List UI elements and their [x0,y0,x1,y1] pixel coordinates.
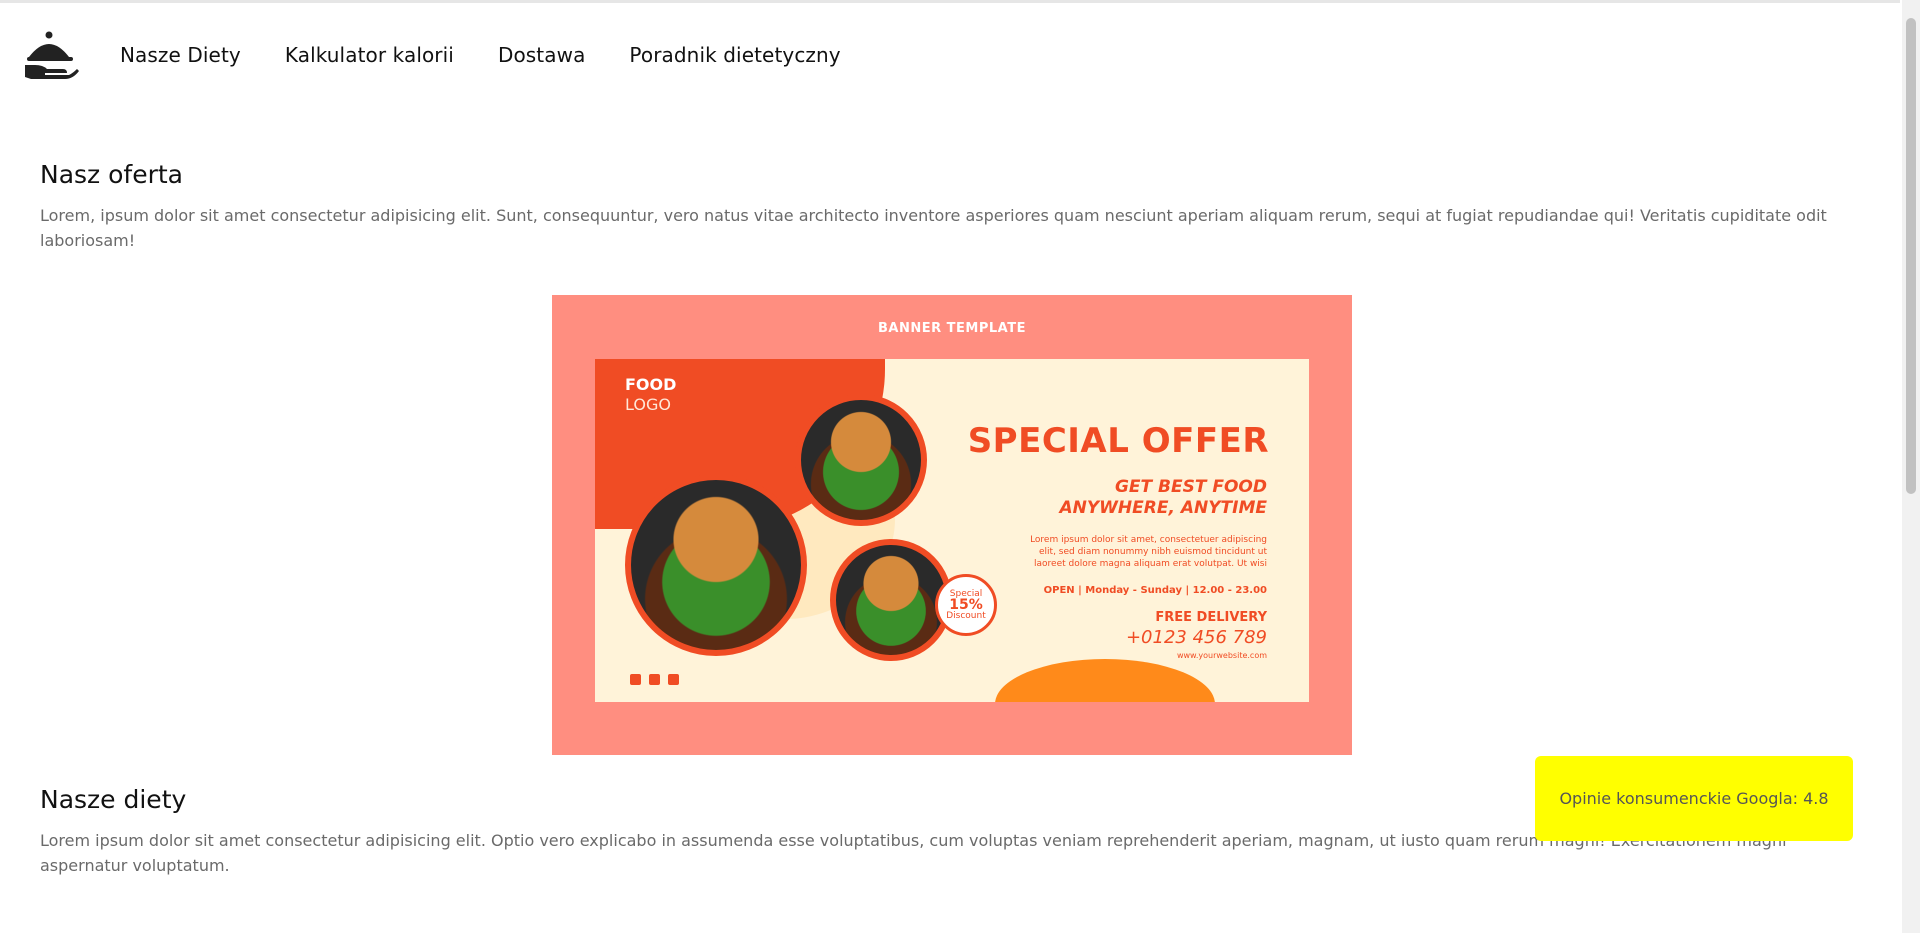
special-offer-headline: SPECIAL OFFER [967,421,1269,461]
banner-phone: +0123 456 789 [1125,627,1267,648]
banner-delivery: FREE DELIVERY [1155,610,1267,625]
banner-hours: OPEN | Monday - Sunday | 12.00 - 23.00 [1043,585,1267,596]
banner-inner: FOOD LOGO Special 15% Discount SPECIAL O… [595,359,1309,702]
banner-body-text: Lorem ipsum dolor sit amet, consectetuer… [1030,535,1267,569]
whatsapp-icon [630,674,641,685]
nav-item-nasze-diety[interactable]: Nasze Diety [120,43,241,67]
burger-image-large [625,474,807,656]
subheadline-line2: ANYWHERE, ANYTIME [1059,498,1267,518]
offer-section: Nasz oferta Lorem, ipsum dolor sit amet … [40,160,1840,253]
discount-badge: Special 15% Discount [935,574,997,636]
offer-title: Nasz oferta [40,160,183,189]
social-icons [630,674,679,685]
food-logo: FOOD LOGO [625,375,676,415]
scrollbar-thumb[interactable] [1906,18,1916,494]
discount-label: Discount [946,610,986,621]
instagram-icon [668,674,679,685]
main-nav: Nasze Diety Kalkulator kalorii Dostawa P… [120,43,841,67]
food-logo-line2: LOGO [625,395,671,414]
burger-image-bottom [830,539,952,661]
food-logo-line1: FOOD [625,375,677,394]
cloche-logo-icon[interactable] [25,29,81,81]
burger-image-top [795,394,927,526]
nav-item-dostawa[interactable]: Dostawa [498,43,585,67]
facebook-icon [649,674,660,685]
banner-image: BANNER TEMPLATE FOOD LOGO Special 15% Di… [552,295,1352,755]
google-rating-badge[interactable]: Opinie konsumenckie Googla: 4.8 [1535,756,1853,841]
discount-value: 15% [949,596,983,613]
offer-text: Lorem, ipsum dolor sit amet consectetur … [40,206,1827,250]
orange-blob [995,659,1215,702]
navbar: Nasze Diety Kalkulator kalorii Dostawa P… [0,3,1900,107]
scrollbar[interactable] [1902,0,1920,933]
banner-template-label: BANNER TEMPLATE [878,321,1026,336]
banner-website: www.yourwebsite.com [1176,651,1267,660]
nav-item-kalkulator-kalorii[interactable]: Kalkulator kalorii [285,43,454,67]
special-offer-subheadline: GET BEST FOOD ANYWHERE, ANYTIME [1059,477,1267,519]
subheadline-line1: GET BEST FOOD [1114,477,1267,497]
nav-item-poradnik-dietetyczny[interactable]: Poradnik dietetyczny [629,43,840,67]
